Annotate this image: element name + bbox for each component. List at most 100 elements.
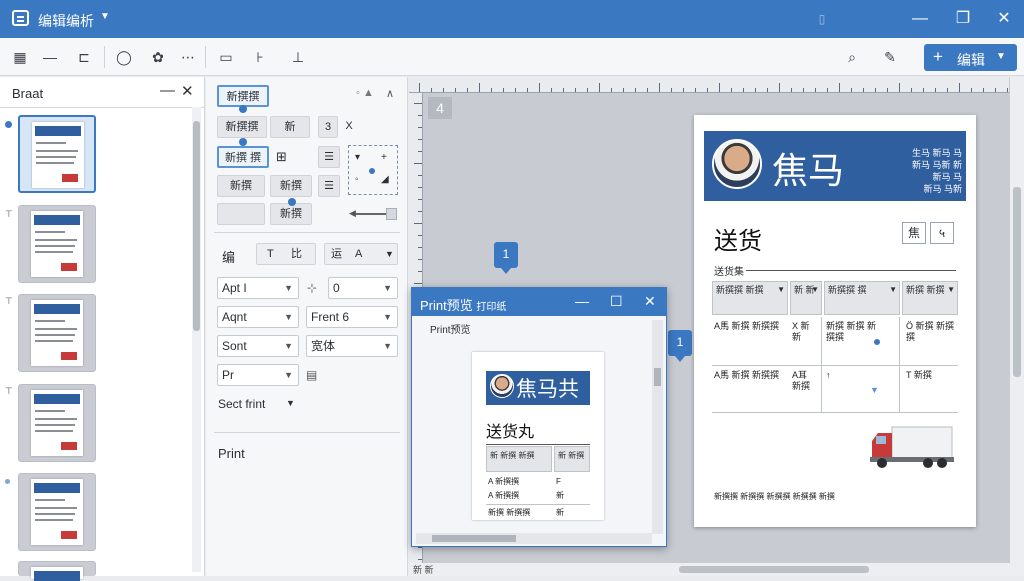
list-icon[interactable]: ▤ <box>306 368 317 382</box>
minimize-button[interactable]: — <box>910 9 930 29</box>
page-marker <box>5 479 10 484</box>
page-thumbnail[interactable] <box>18 115 96 193</box>
ruler-tick <box>418 127 422 128</box>
preview-cell: 新 <box>556 491 564 500</box>
font-dropdown[interactable]: Apt I ▼ <box>217 277 299 299</box>
distribute-icon[interactable]: ⊥ <box>288 47 308 67</box>
table-cell: A馬 新撰 新撰撰 <box>714 370 780 380</box>
scrollbar-thumb[interactable] <box>1013 187 1021 377</box>
page-thumbnail[interactable] <box>18 294 96 372</box>
table-header-cell[interactable]: 新撰撰 新撰 ▼ <box>712 281 788 315</box>
print-label[interactable]: Print <box>218 446 245 461</box>
font-family-dropdown[interactable]: Frent 6 ▼ <box>306 306 398 328</box>
format-button[interactable]: X <box>339 116 359 138</box>
table-cell: T 新撰 <box>906 370 932 380</box>
ruler-tick <box>418 139 422 140</box>
sort-dropdown[interactable]: Sont ▼ <box>217 335 299 357</box>
annotation-badge[interactable]: 1 <box>494 242 518 274</box>
component-icon[interactable]: ✿ <box>148 47 168 67</box>
anchor-grid[interactable]: ▾ + ◦ ◢ <box>348 145 398 195</box>
ruler-tick <box>419 83 420 92</box>
style-label: 编 <box>222 250 236 265</box>
document-page[interactable]: 焦马 生马 新马 马 新马 马新 新 新马 马 新马 马新 送货 焦 ५ 送货集… <box>694 115 976 527</box>
title-chevron-down-icon[interactable]: ▼ <box>100 11 110 22</box>
page-thumbnail[interactable] <box>18 205 96 283</box>
ruler-tick <box>467 88 468 92</box>
slider-left-arrow-icon: ◀ <box>349 208 356 218</box>
ruler-tick <box>899 83 900 92</box>
format-button[interactable]: 新撰 <box>270 203 312 225</box>
format-button[interactable]: 新撰 撰 <box>217 146 269 168</box>
pen-icon[interactable]: ✎ <box>880 47 900 67</box>
format-button[interactable]: 新撰撰 <box>217 85 269 107</box>
page-thumbnail[interactable] <box>18 473 96 551</box>
ruler-tick <box>755 88 756 92</box>
typeface-dropdown[interactable]: 宽体 ▼ <box>306 335 398 357</box>
line-icon[interactable]: — <box>40 47 60 67</box>
scrollbar-thumb[interactable] <box>679 566 869 573</box>
annotation-badge[interactable]: 1 <box>668 330 692 362</box>
table-header-cell[interactable]: 新撰撰 撰 ▼ <box>824 281 900 315</box>
slider-handle[interactable] <box>386 208 397 220</box>
ruler-tick <box>779 83 780 92</box>
panel-scrollbar[interactable] <box>192 107 201 572</box>
dialog-restore-button[interactable]: ☐ <box>610 293 623 310</box>
page-thumbnail[interactable] <box>18 384 96 462</box>
ruler-tick <box>623 88 624 92</box>
weight-dropdown[interactable]: Aqnt ▼ <box>217 306 299 328</box>
dialog-close-button[interactable]: ✕ <box>644 293 656 310</box>
folder-icon[interactable]: ▭ <box>216 47 236 67</box>
panel-options-icon[interactable]: ◦ ▲ <box>356 87 374 99</box>
toolbar-separator <box>205 46 206 68</box>
size-dropdown[interactable]: 0 ▼ <box>328 277 398 299</box>
align-center-icon[interactable]: ☰ <box>318 146 340 168</box>
dialog-horizontal-scrollbar[interactable] <box>416 533 652 544</box>
window-extra-icon: ▯ <box>818 12 826 26</box>
selection-handle <box>239 138 247 146</box>
ruler-tick <box>815 88 816 92</box>
align-icon[interactable]: ⊏ <box>74 47 94 67</box>
doc-action-button[interactable]: 焦 <box>902 222 926 244</box>
panel-collapse-button[interactable]: — <box>160 82 175 99</box>
anchor-handle[interactable] <box>369 168 375 174</box>
dialog-minimize-button[interactable]: — <box>575 293 589 309</box>
dialog-vertical-scrollbar[interactable] <box>652 320 663 534</box>
chevron-down-icon[interactable]: ▼ <box>286 398 295 408</box>
more-icon[interactable]: ⋯ <box>178 47 198 67</box>
close-button[interactable]: ✕ <box>994 9 1014 29</box>
restore-button[interactable]: ❐ <box>953 9 973 29</box>
format-button[interactable]: 新撰 <box>217 175 265 197</box>
ruler-tick <box>418 247 422 248</box>
slider-track[interactable] <box>352 213 388 215</box>
panel-close-button[interactable]: ✕ <box>181 82 194 100</box>
avatar <box>712 139 762 189</box>
canvas-horizontal-scrollbar[interactable] <box>409 563 1024 576</box>
table-header-cell[interactable]: 新 新 ▼ <box>790 281 822 315</box>
scrollbar-thumb[interactable] <box>432 535 516 542</box>
ruler-tick <box>418 271 422 272</box>
format-button[interactable]: 新撰 <box>270 175 312 197</box>
font-style-dropdown[interactable]: 运 A ▼ <box>324 243 398 265</box>
format-button[interactable]: 新 <box>270 116 310 138</box>
ruler-icon[interactable]: ⊦ <box>250 47 270 67</box>
chevron-down-icon: ▼ <box>996 51 1006 62</box>
comment-icon[interactable]: ◯ <box>114 47 134 67</box>
edit-button[interactable]: + 编辑 ▼ <box>924 44 1017 71</box>
format-button[interactable] <box>217 203 265 225</box>
scrollbar-thumb[interactable] <box>193 121 200 331</box>
grid-icon[interactable]: ▦ <box>10 47 30 67</box>
section-print-label[interactable]: Sect frint <box>218 397 265 411</box>
canvas-vertical-scrollbar[interactable] <box>1010 77 1024 563</box>
align-left-icon[interactable]: ☰ <box>318 175 340 197</box>
table-header-cell[interactable]: 新撰 新撰 ▼ <box>902 281 958 315</box>
chevron-up-icon[interactable]: ∧ <box>386 87 394 100</box>
text-style-toggle[interactable]: T 比 <box>256 243 316 265</box>
table-icon[interactable]: ⊞ <box>276 149 287 165</box>
search-icon[interactable]: ⌕ <box>842 47 862 67</box>
doc-action-icon[interactable]: ५ <box>930 222 954 244</box>
page-thumbnail[interactable] <box>18 561 96 581</box>
format-button[interactable]: 3 <box>318 116 338 138</box>
print-dropdown[interactable]: Pr ▼ <box>217 364 299 386</box>
scrollbar-thumb[interactable] <box>654 368 661 386</box>
format-button[interactable]: 新撰撰 <box>217 116 267 138</box>
